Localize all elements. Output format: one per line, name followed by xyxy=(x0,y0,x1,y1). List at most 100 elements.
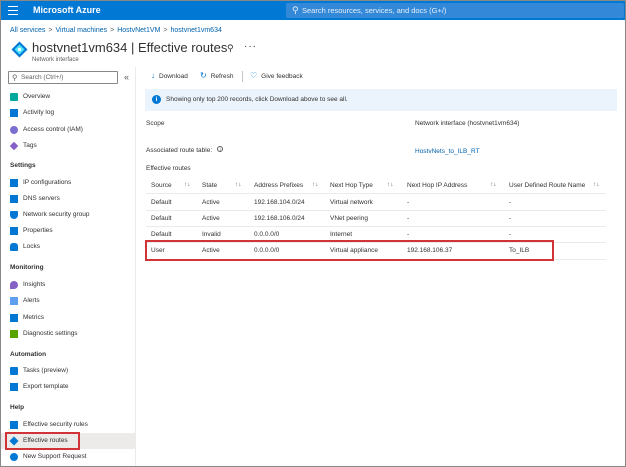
export-icon xyxy=(10,383,18,391)
network-interface-icon xyxy=(11,41,28,58)
cell-next-hop-type: Internet xyxy=(330,231,353,238)
sort-icon[interactable]: ↑↓ xyxy=(490,181,497,188)
sidebar-item-metrics[interactable]: Metrics xyxy=(1,310,135,326)
cell-source: Default xyxy=(151,215,172,222)
diagnostic-icon xyxy=(10,330,18,338)
page-title: hostvnet1vm634 | Effective routes xyxy=(32,40,228,55)
info-banner-text: Showing only top 200 records, click Down… xyxy=(166,96,348,103)
sidebar-item-label: Insights xyxy=(23,281,46,288)
sidebar-item-network-security-group[interactable]: Network security group xyxy=(1,207,135,223)
cell-next-hop-type: Virtual network xyxy=(330,199,373,206)
cell-state: Invalid xyxy=(202,231,221,238)
page-subtitle: Network interface xyxy=(32,57,79,63)
insights-icon xyxy=(10,281,18,289)
breadcrumb-all-services[interactable]: All services xyxy=(10,27,45,34)
table-header-divider xyxy=(146,193,606,194)
cell-state: Active xyxy=(202,215,220,222)
scope-value: Network interface (hostvnet1vm634) xyxy=(415,120,520,127)
column-header-udr-name[interactable]: User Defined Route Name xyxy=(509,182,585,189)
info-banner: i Showing only top 200 records, click Do… xyxy=(145,89,617,111)
dns-icon xyxy=(10,195,18,203)
column-header-source[interactable]: Source xyxy=(151,182,172,189)
sidebar-item-tasks[interactable]: Tasks (preview) xyxy=(1,363,135,379)
sort-icon[interactable]: ↑↓ xyxy=(387,181,394,188)
sidebar-item-label: Activity log xyxy=(23,109,55,116)
shield-icon xyxy=(10,211,18,219)
properties-icon xyxy=(10,227,18,235)
cell-state: Active xyxy=(202,199,220,206)
breadcrumb-virtual-machines[interactable]: Virtual machines xyxy=(56,27,108,34)
cell-next-hop-ip: - xyxy=(407,215,410,222)
refresh-icon: ↻ xyxy=(200,71,207,80)
security-rules-icon xyxy=(10,421,18,429)
sidebar-search-input[interactable]: ⚲ Search (Ctrl+/) xyxy=(8,71,118,84)
cell-next-hop-ip: - xyxy=(407,199,410,206)
cell-source: Default xyxy=(151,231,172,238)
table-row-divider xyxy=(146,210,606,211)
sidebar-item-diagnostic-settings[interactable]: Diagnostic settings xyxy=(1,326,135,342)
support-icon xyxy=(10,453,18,461)
sidebar-item-effective-security-rules[interactable]: Effective security rules xyxy=(1,417,135,433)
route-table-label: Associated route table: xyxy=(146,147,213,154)
sort-icon[interactable]: ↑↓ xyxy=(184,181,191,188)
column-header-address-prefixes[interactable]: Address Prefixes xyxy=(254,182,303,189)
global-search-placeholder: Search resources, services, and docs (G+… xyxy=(302,6,447,15)
info-circle-icon[interactable]: i xyxy=(217,146,224,152)
sidebar-item-overview[interactable]: Overview xyxy=(1,89,135,105)
column-header-next-hop-type[interactable]: Next Hop Type xyxy=(330,182,373,189)
collapse-sidebar-icon[interactable]: « xyxy=(124,72,129,82)
table-row-divider xyxy=(146,226,606,227)
search-icon: ⚲ xyxy=(12,73,18,82)
sidebar-item-label: New Support Request xyxy=(23,453,87,460)
sidebar-item-insights[interactable]: Insights xyxy=(1,277,135,293)
cell-next-hop-type: VNet peering xyxy=(330,215,368,222)
sidebar-item-dns-servers[interactable]: DNS servers xyxy=(1,191,135,207)
refresh-button[interactable]: ↻ Refresh xyxy=(200,71,233,80)
download-button[interactable]: ↓ Download xyxy=(151,71,188,80)
pin-icon[interactable]: ⚲ xyxy=(227,43,234,54)
breadcrumb-separator: > xyxy=(48,27,53,34)
column-header-next-hop-ip[interactable]: Next Hop IP Address xyxy=(407,182,467,189)
more-icon[interactable]: ··· xyxy=(244,41,257,52)
sort-icon[interactable]: ↑↓ xyxy=(312,181,319,188)
sidebar-item-new-support-request[interactable]: New Support Request xyxy=(1,449,135,465)
cell-next-hop-ip: - xyxy=(407,231,410,238)
activity-log-icon xyxy=(10,109,18,117)
column-header-state[interactable]: State xyxy=(202,182,217,189)
tasks-icon xyxy=(10,367,18,375)
sidebar-item-label: DNS servers xyxy=(23,195,60,202)
download-icon: ↓ xyxy=(151,71,155,80)
sort-icon[interactable]: ↑↓ xyxy=(235,181,242,188)
sidebar-item-access-control[interactable]: Access control (IAM) xyxy=(1,122,135,138)
give-feedback-button[interactable]: ♡ Give feedback xyxy=(250,71,303,80)
menu-icon[interactable] xyxy=(8,6,18,15)
sidebar-item-label: Tasks (preview) xyxy=(23,367,69,374)
sidebar-item-activity-log[interactable]: Activity log xyxy=(1,105,135,121)
iam-icon xyxy=(10,126,18,134)
sidebar-item-label: Effective security rules xyxy=(23,421,88,428)
route-table-link[interactable]: HostvNets_to_ILB_RT xyxy=(415,148,480,155)
search-icon: ⚲ xyxy=(292,5,299,15)
sidebar-item-label: Tags xyxy=(23,142,37,149)
sidebar-item-locks[interactable]: Locks xyxy=(1,239,135,255)
sort-icon[interactable]: ↑↓ xyxy=(593,181,600,188)
cell-udr-name: - xyxy=(509,199,512,206)
breadcrumb-nic[interactable]: hostvnet1vm634 xyxy=(171,27,222,34)
sidebar-item-alerts[interactable]: Alerts xyxy=(1,293,135,309)
cell-source: Default xyxy=(151,199,172,206)
sidebar-item-label: Diagnostic settings xyxy=(23,330,78,337)
sidebar-item-label: IP configurations xyxy=(23,179,72,186)
sidebar-section-monitoring: Monitoring xyxy=(10,264,44,271)
global-search-input[interactable]: ⚲ Search resources, services, and docs (… xyxy=(286,3,624,18)
sidebar-item-tags[interactable]: Tags xyxy=(1,138,135,154)
sidebar-item-ip-configurations[interactable]: IP configurations xyxy=(1,175,135,191)
cell-address-prefix: 192.168.104.0/24 xyxy=(254,199,305,206)
feedback-icon: ♡ xyxy=(250,71,258,80)
download-label: Download xyxy=(159,73,188,80)
cell-udr-name: - xyxy=(509,215,512,222)
breadcrumb-vm[interactable]: HostvNet1VM xyxy=(117,27,160,34)
sidebar-item-properties[interactable]: Properties xyxy=(1,223,135,239)
sidebar-item-export-template[interactable]: Export template xyxy=(1,379,135,395)
brand-name[interactable]: Microsoft Azure xyxy=(33,5,101,15)
effective-routes-heading: Effective routes xyxy=(146,165,191,172)
